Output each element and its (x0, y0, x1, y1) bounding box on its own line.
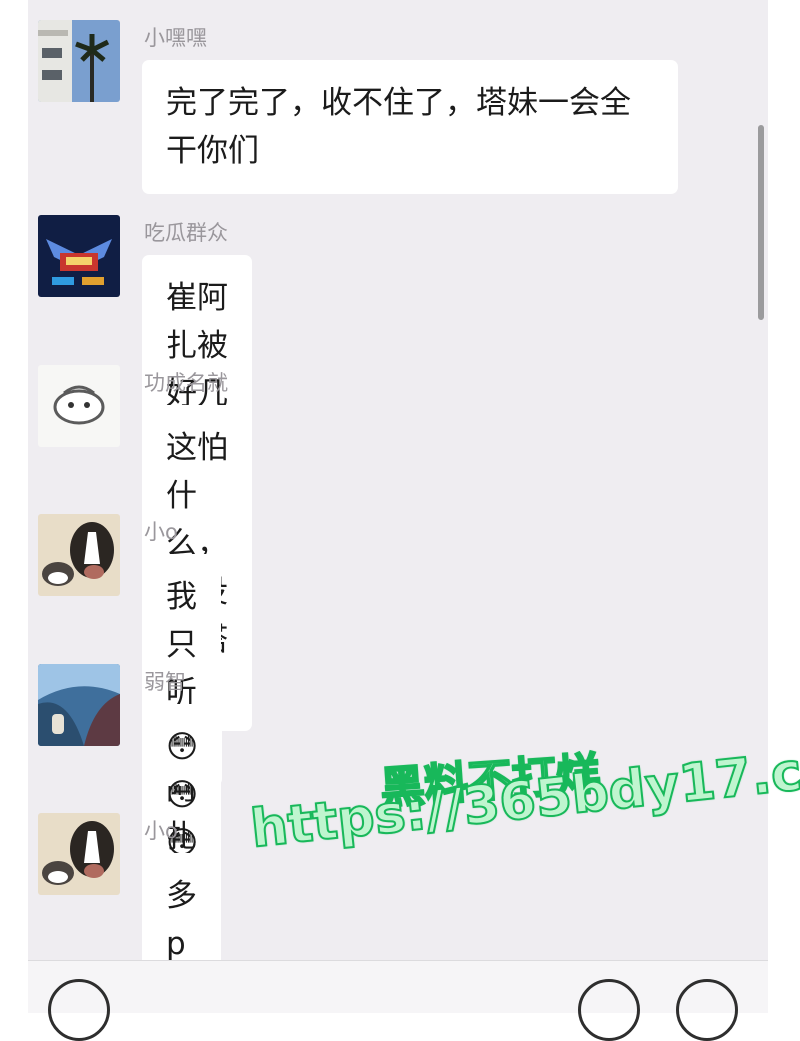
sender-name: 弱智 (144, 670, 186, 694)
sender-name: 小嘿嘿 (144, 26, 207, 50)
chat-screen: 小嘿嘿 完了完了，收不住了，塔妹一会全 干你们 吃瓜群众 崔阿扎被好几个人睡吗？ (28, 0, 768, 1012)
voice-icon[interactable] (48, 979, 110, 1041)
sender-name: 小o (144, 819, 178, 843)
avatar[interactable] (38, 20, 120, 102)
avatar[interactable] (38, 664, 120, 746)
avatar[interactable] (38, 365, 120, 447)
emoji-icon[interactable] (578, 979, 640, 1041)
plus-icon[interactable] (676, 979, 738, 1041)
message-bubble[interactable]: 😳😳😳 (142, 704, 223, 861)
message-bubble[interactable]: 完了完了，收不住了，塔妹一会全 干你们 (142, 60, 678, 194)
avatar[interactable] (38, 215, 120, 297)
sender-name: 吃瓜群众 (144, 221, 228, 245)
input-bar (28, 960, 768, 1041)
avatar[interactable] (38, 813, 120, 895)
avatar[interactable] (38, 514, 120, 596)
message-text: 😳😳😳 (166, 729, 199, 861)
sender-name: 小o (144, 520, 178, 544)
message-text: 完了完了，收不住了，塔妹一会全 干你们 (166, 85, 631, 169)
scrollbar[interactable] (758, 125, 764, 320)
sender-name: 功成名就 (144, 371, 228, 395)
